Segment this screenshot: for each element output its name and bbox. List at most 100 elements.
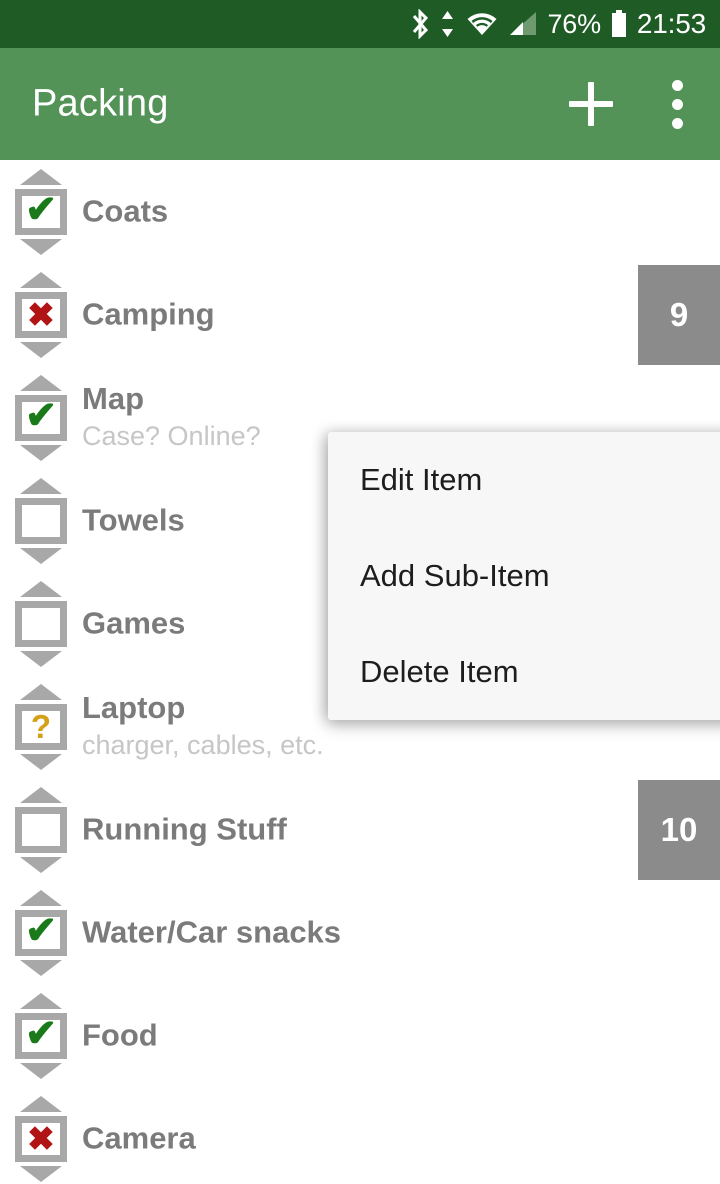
status-bar: 76% 21:53 xyxy=(0,0,720,48)
list-item-text: Games xyxy=(82,605,186,641)
list-item-title: Laptop xyxy=(82,689,186,725)
checkbox-frame[interactable]: ✔ xyxy=(15,909,67,956)
checkbox-frame[interactable]: ✖ xyxy=(15,1115,67,1162)
move-down-triangle-icon[interactable] xyxy=(20,238,62,255)
checkbox-frame[interactable]: ✖ xyxy=(15,291,67,338)
menu-item-add-sub-item[interactable]: Add Sub-Item xyxy=(328,528,720,624)
move-up-triangle-icon[interactable] xyxy=(20,786,62,803)
plus-icon xyxy=(569,82,613,126)
app-bar: Packing xyxy=(0,48,720,160)
move-up-triangle-icon[interactable] xyxy=(20,889,62,906)
question-mark-icon: ? xyxy=(30,708,52,745)
checkbox-frame[interactable]: ✔ xyxy=(15,188,67,235)
move-down-triangle-icon[interactable] xyxy=(20,753,62,770)
list-item-content: ✖ Camping 9 xyxy=(0,263,720,366)
list-item-title: Camping xyxy=(82,296,215,332)
menu-item-edit-item[interactable]: Edit Item xyxy=(328,432,720,528)
check-icon: ✔ xyxy=(25,909,57,952)
list-item[interactable]: Running Stuff 10 xyxy=(0,778,720,881)
move-up-triangle-icon[interactable] xyxy=(20,168,62,185)
move-down-triangle-icon[interactable] xyxy=(20,959,62,976)
context-menu[interactable]: Edit Item Add Sub-Item Delete Item xyxy=(328,432,720,720)
bluetooth-icon xyxy=(410,9,430,39)
move-up-triangle-icon[interactable] xyxy=(20,477,62,494)
item-state-checkbox[interactable]: ✔ xyxy=(14,992,68,1079)
item-state-checkbox[interactable] xyxy=(14,477,68,564)
move-up-triangle-icon[interactable] xyxy=(20,683,62,700)
move-up-triangle-icon[interactable] xyxy=(20,374,62,391)
move-up-triangle-icon[interactable] xyxy=(20,580,62,597)
add-item-button[interactable] xyxy=(548,48,634,160)
list-item-title: Map xyxy=(82,380,144,416)
list-item[interactable]: ✔ Food xyxy=(0,984,720,1087)
move-down-triangle-icon[interactable] xyxy=(20,1062,62,1079)
list-item-text: Towels xyxy=(82,502,185,538)
battery-icon xyxy=(610,9,628,39)
checkbox-frame[interactable]: ✔ xyxy=(15,394,67,441)
check-icon: ✔ xyxy=(25,394,57,437)
clock-label: 21:53 xyxy=(636,8,706,39)
sub-item-count-badge[interactable]: 9 xyxy=(638,264,720,365)
list-item[interactable]: ✖ Camping 9 xyxy=(0,263,720,366)
item-state-checkbox[interactable]: ✔ xyxy=(14,374,68,461)
checkbox-frame[interactable] xyxy=(15,600,67,647)
list-item-text: Food xyxy=(82,1017,158,1053)
list-item-title: Camera xyxy=(82,1120,196,1156)
menu-item-delete-item[interactable]: Delete Item xyxy=(328,624,720,720)
list-item-text: Map Case? Online? xyxy=(82,381,261,453)
list-item[interactable]: ✖ Camera xyxy=(0,1087,720,1184)
move-down-triangle-icon[interactable] xyxy=(20,650,62,667)
list-item-subtitle: charger, cables, etc. xyxy=(82,729,324,760)
move-down-triangle-icon[interactable] xyxy=(20,856,62,873)
list-item-title: Towels xyxy=(82,502,185,538)
list-item[interactable]: ✔ Water/Car snacks xyxy=(0,881,720,984)
list-item-text: Camping xyxy=(82,296,215,332)
checkbox-frame[interactable] xyxy=(15,497,67,544)
cross-icon: ✖ xyxy=(27,296,55,333)
app-screen: 76% 21:53 Packing ✔ Coats ✖ Camping 9 ✔ Map Cas… xyxy=(0,0,720,1184)
list-item-content: ✔ Coats xyxy=(0,160,720,263)
item-state-checkbox[interactable]: ? xyxy=(14,683,68,770)
cross-icon: ✖ xyxy=(27,1120,55,1157)
move-down-triangle-icon[interactable] xyxy=(20,341,62,358)
list-item-content: ✖ Camera xyxy=(0,1087,720,1184)
list-item-title: Food xyxy=(82,1017,158,1053)
checkbox-frame[interactable]: ✔ xyxy=(15,1012,67,1059)
cellular-signal-icon xyxy=(508,9,538,39)
list-item-title: Running Stuff xyxy=(82,811,287,847)
page-title: Packing xyxy=(32,82,169,125)
move-up-triangle-icon[interactable] xyxy=(20,992,62,1009)
list-item-text: Camera xyxy=(82,1120,196,1156)
move-down-triangle-icon[interactable] xyxy=(20,444,62,461)
list-item-title: Coats xyxy=(82,193,169,229)
item-state-checkbox[interactable]: ✖ xyxy=(14,271,68,358)
item-state-checkbox[interactable]: ✔ xyxy=(14,168,68,255)
move-up-triangle-icon[interactable] xyxy=(20,1095,62,1112)
list-item-content: ✔ Water/Car snacks xyxy=(0,881,720,984)
check-icon: ✔ xyxy=(25,188,57,231)
list-item-content: ✔ Food xyxy=(0,984,720,1087)
move-down-triangle-icon[interactable] xyxy=(20,1165,62,1182)
item-state-checkbox[interactable]: ✖ xyxy=(14,1095,68,1182)
item-state-checkbox[interactable] xyxy=(14,580,68,667)
list-item-subtitle: Case? Online? xyxy=(82,420,261,451)
list-item-text: Laptop charger, cables, etc. xyxy=(82,690,324,762)
move-up-triangle-icon[interactable] xyxy=(20,271,62,288)
app-bar-actions xyxy=(548,48,720,160)
checkbox-frame[interactable] xyxy=(15,806,67,853)
check-icon: ✔ xyxy=(25,1012,57,1055)
list-item-content: Running Stuff 10 xyxy=(0,778,720,881)
item-state-checkbox[interactable] xyxy=(14,786,68,873)
item-state-checkbox[interactable]: ✔ xyxy=(14,889,68,976)
list-item-text: Running Stuff xyxy=(82,811,287,847)
sub-item-count-badge[interactable]: 10 xyxy=(638,779,720,880)
list-item-text: Water/Car snacks xyxy=(82,914,342,950)
list-item-text: Coats xyxy=(82,193,169,229)
wifi-icon xyxy=(465,9,499,39)
move-down-triangle-icon[interactable] xyxy=(20,547,62,564)
list-item-title: Water/Car snacks xyxy=(82,914,342,950)
overflow-menu-button[interactable] xyxy=(634,48,720,160)
checkbox-frame[interactable]: ? xyxy=(15,703,67,750)
list-item[interactable]: ✔ Coats xyxy=(0,160,720,263)
list-item-title: Games xyxy=(82,605,186,641)
